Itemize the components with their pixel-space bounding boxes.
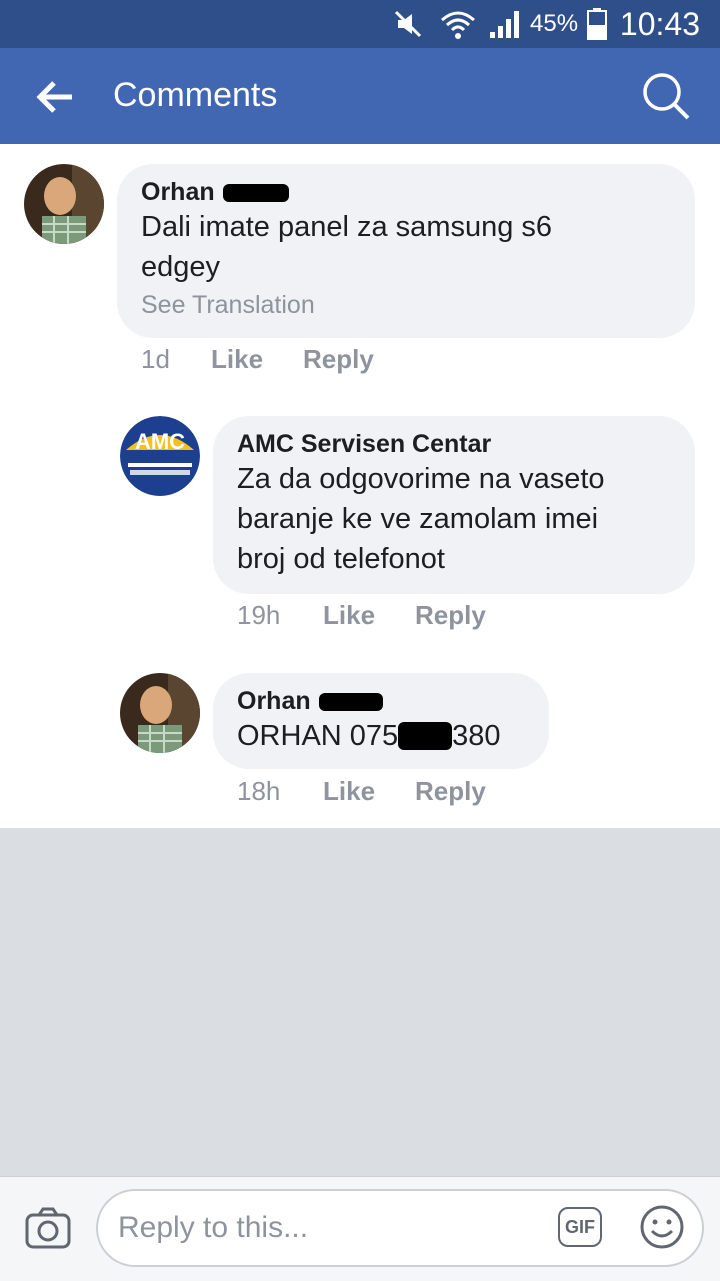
comment-bubble[interactable]: AMC Servisen Centar Za da odgovorime na … <box>213 416 695 594</box>
mute-icon <box>394 10 422 38</box>
like-button[interactable]: Like <box>211 344 303 375</box>
amc-logo-avatar[interactable]: AMC <box>120 416 200 496</box>
emoji-icon[interactable] <box>638 1203 686 1251</box>
avatar[interactable] <box>120 673 200 753</box>
comment-text: Za da odgovorime na vaseto baranje ke ve… <box>237 463 605 575</box>
reply-placeholder: Reply to this... <box>118 1211 309 1244</box>
comment-author[interactable]: Orhan <box>237 687 525 716</box>
battery-percent: 45% <box>530 10 579 37</box>
redaction-mark <box>318 692 383 711</box>
camera-icon[interactable] <box>24 1205 72 1253</box>
comment-text: Dali imate panel za samsung s6 edgey <box>141 211 553 283</box>
clock: 10:43 <box>619 6 700 42</box>
comments-list: Orhan Dali imate panel za samsung s6 edg… <box>0 144 720 828</box>
back-arrow-icon[interactable] <box>30 72 80 122</box>
like-button[interactable]: Like <box>323 600 415 631</box>
comment-actions: 19h Like Reply <box>237 600 486 631</box>
page-title: Comments <box>113 76 278 114</box>
comment-bubble[interactable]: Orhan Dali imate panel za samsung s6 edg… <box>117 164 695 338</box>
reply-button[interactable]: Reply <box>415 776 486 807</box>
reply-input[interactable]: Reply to this... GIF <box>96 1189 704 1267</box>
redaction-mark <box>398 722 453 750</box>
status-bar: 45% 10:43 <box>0 0 720 48</box>
comment-author[interactable]: AMC Servisen Centar <box>237 430 671 459</box>
app-bar: Comments <box>0 48 720 144</box>
reply-button[interactable]: Reply <box>415 600 486 631</box>
reply-button[interactable]: Reply <box>303 344 374 375</box>
comment-bubble[interactable]: Orhan ORHAN 075 380 <box>213 673 549 769</box>
battery-icon <box>587 8 607 40</box>
comment-actions: 1d Like Reply <box>141 344 374 375</box>
gif-button[interactable]: GIF <box>558 1207 602 1247</box>
reply-composer: Reply to this... GIF <box>0 1176 720 1281</box>
see-translation-link[interactable]: See Translation <box>141 291 671 320</box>
comment-time: 19h <box>237 600 281 630</box>
wifi-icon <box>441 11 475 39</box>
avatar[interactable] <box>24 164 104 244</box>
comment-author[interactable]: Orhan <box>141 178 671 207</box>
redaction-mark <box>222 183 289 202</box>
amc-logo-text: AMC <box>135 429 185 454</box>
comment-time: 18h <box>237 776 281 806</box>
comment-text: ORHAN 075 380 <box>237 720 501 752</box>
signal-icon <box>490 11 519 38</box>
like-button[interactable]: Like <box>323 776 415 807</box>
comment-time: 1d <box>141 344 170 374</box>
comment-actions: 18h Like Reply <box>237 776 486 807</box>
search-icon[interactable] <box>640 70 692 122</box>
